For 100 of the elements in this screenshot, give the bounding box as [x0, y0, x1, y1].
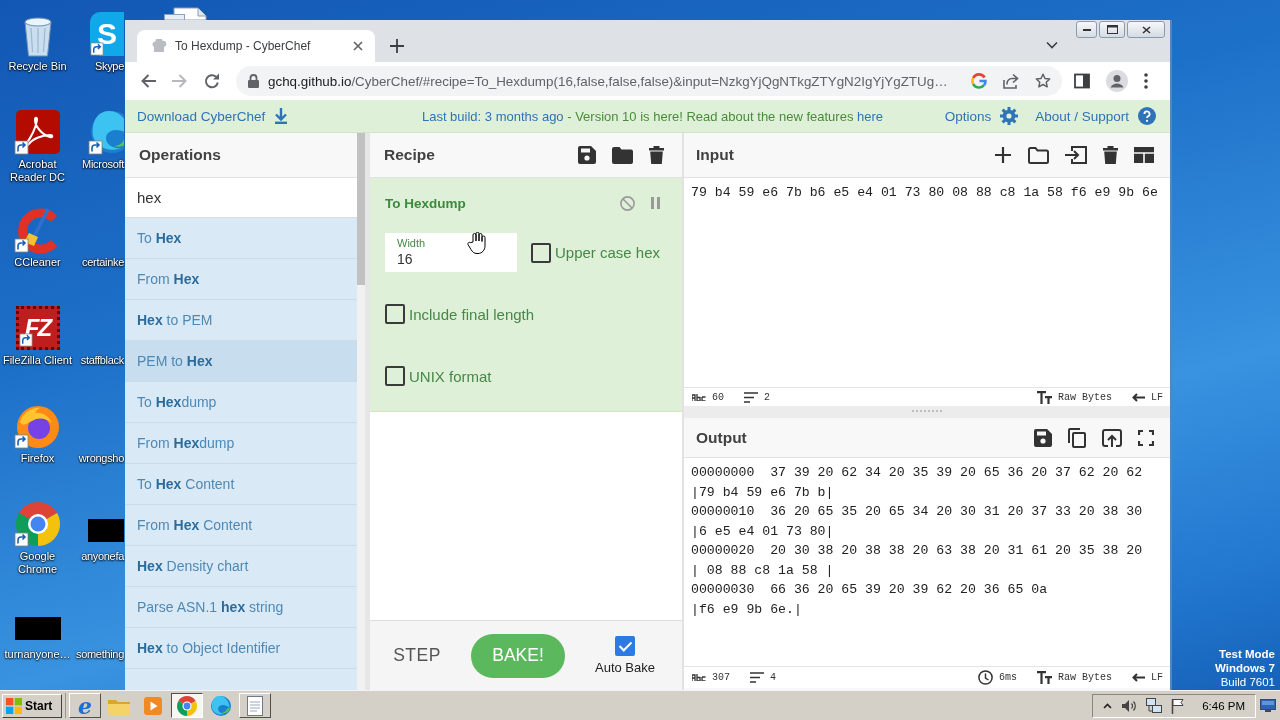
restore-icon	[1106, 25, 1118, 34]
sidebar-icon[interactable]	[1074, 73, 1090, 89]
minimize-icon	[1082, 28, 1091, 31]
close-button[interactable]	[1127, 21, 1165, 38]
checkbox[interactable]	[385, 304, 405, 324]
trash-icon[interactable]	[649, 146, 664, 164]
document-icon	[247, 695, 263, 716]
lines-icon	[744, 391, 758, 403]
checkbox-label: Include final length	[409, 305, 535, 323]
browser-tab[interactable]: To Hexdump - CyberChef	[137, 30, 375, 62]
address-bar[interactable]: gchq.github.io/CyberChef/#recipe=To_Hexdump(16,false,false,false)&input=NzkgYjQgNTkgZTYgN2IgYjYgZTUg…	[236, 66, 1062, 96]
status-text: 60	[712, 391, 724, 403]
output-text-area: 00000000 37 39 20 62 34 20 35 39 20 65 36 20 37 62 20 62 |79 b4 59 e6 7b b| 00000010 36 20 65 35 20 65 34 20 30 31 20 37 33 20 38 30 |6 e5 e4 01 73 80| 00000020 20 30 38 20 38 38 20 63 38 20 31 61 20 35 38 20 | 08 88 c8 1a 58 | 00000030 66 36 20 65 39 20 39 62 20 36 65 0a |f6 e9 9b 6e.|	[684, 458, 1170, 666]
browser-logo-icon[interactable]	[13, 500, 62, 548]
input-text-area[interactable]: 79 b4 59 e6 7b b6 e5 e4 01 73 80 08 88 c8 1a 58 f6 e9 9b 6e	[684, 178, 1170, 387]
options-link[interactable]: Options	[944, 107, 1019, 125]
status-text[interactable]: Raw Bytes	[1057, 391, 1112, 403]
banner-link[interactable]: here	[857, 108, 884, 124]
plus-icon[interactable]	[390, 39, 404, 53]
back-arrow-icon[interactable]	[140, 74, 156, 88]
desktop-icon-label: wrongsho	[78, 452, 124, 465]
fullscreen-icon[interactable]	[1138, 429, 1154, 446]
number-field[interactable]: Width 16	[385, 233, 517, 272]
support-link[interactable]: About / Support	[1035, 107, 1156, 125]
desktop-icon-label: Recycle Bin	[8, 60, 67, 73]
speaker-icon[interactable]	[1121, 698, 1138, 713]
monitor-icon[interactable]	[1260, 699, 1276, 712]
plus-icon[interactable]	[994, 146, 1012, 164]
flag-icon[interactable]	[1171, 697, 1186, 714]
status-text[interactable]: Raw Bytes	[1057, 672, 1112, 683]
letter-tile-icon[interactable]: S	[90, 12, 124, 56]
status-text[interactable]: LF	[1151, 672, 1163, 683]
characters-icon	[692, 393, 706, 401]
clock-icon	[977, 670, 993, 685]
step-button[interactable]: STEP	[387, 639, 447, 672]
desktop-icon-label: certainke	[82, 256, 124, 269]
scrollbar-thumb[interactable]	[357, 133, 365, 285]
status-text: 4	[770, 672, 777, 683]
share-icon[interactable]	[1003, 73, 1019, 89]
hand-cursor-icon	[467, 232, 487, 254]
banner-link[interactable]: Last build: 3 months ago	[421, 108, 564, 124]
letter-tile-icon[interactable]: FZ	[15, 306, 60, 350]
letter-e-icon: e	[78, 694, 92, 717]
resize-handle[interactable]	[912, 410, 942, 414]
desktop-icon-label: Skype	[94, 60, 124, 73]
bake-button[interactable]: BAKE!	[471, 633, 565, 678]
text-format-icon[interactable]	[1036, 390, 1052, 404]
taskbar-button[interactable]: e	[69, 693, 101, 718]
thumbnail-icon[interactable]	[88, 519, 124, 542]
chevron-up-icon[interactable]	[1103, 702, 1113, 709]
desktop-icon-label: anyonefa	[81, 550, 124, 563]
status-text[interactable]: LF	[1151, 391, 1163, 403]
checkbox[interactable]	[531, 242, 551, 263]
chef-hat-icon	[151, 39, 167, 53]
characters-icon	[692, 674, 706, 681]
caret-icon[interactable]	[1046, 41, 1058, 49]
star-icon[interactable]	[1035, 73, 1051, 89]
layout-icon[interactable]	[1134, 147, 1154, 163]
document-icon[interactable]	[164, 7, 208, 20]
folder-icon[interactable]	[1028, 146, 1049, 164]
folder-icon[interactable]	[612, 146, 633, 164]
restore-button[interactable]	[1099, 21, 1125, 38]
return-arrow-icon[interactable]	[1132, 392, 1145, 402]
desktop-icon-label: Acrobat Reader DC	[9, 158, 66, 184]
close-icon[interactable]	[353, 41, 363, 51]
checkbox[interactable]	[615, 636, 635, 656]
network-icon[interactable]	[1146, 697, 1163, 714]
taskbar-button[interactable]	[171, 693, 203, 718]
download-link[interactable]: Download CyberChef	[137, 108, 289, 124]
minimize-button[interactable]	[1076, 21, 1097, 38]
save-icon[interactable]	[1034, 428, 1052, 447]
swirl-tile-icon[interactable]	[13, 108, 62, 156]
search-field[interactable]: hex	[125, 178, 357, 218]
lock-icon	[248, 74, 259, 88]
checkbox[interactable]	[385, 366, 405, 386]
desktop-icon-label: Google Chrome	[16, 550, 59, 576]
panel-title: Output	[696, 428, 747, 447]
operation-item[interactable]: PEM to Hex	[125, 341, 357, 382]
panel-title: Input	[696, 146, 734, 164]
thumbnail-icon[interactable]	[14, 617, 61, 640]
desktop-icon-label: Microsoft	[82, 158, 124, 171]
help-icon	[1138, 107, 1156, 125]
status-text: 307	[712, 672, 730, 683]
menu-icon[interactable]	[1144, 73, 1148, 89]
reload-icon[interactable]	[204, 73, 220, 89]
start-button[interactable]: Start	[2, 693, 62, 718]
trash-icon[interactable]	[1103, 146, 1118, 164]
download-icon	[274, 108, 289, 124]
close-icon	[1141, 25, 1151, 34]
g-logo-icon[interactable]	[971, 73, 987, 89]
upload-icon[interactable]	[1102, 428, 1122, 447]
windows-flag-icon	[6, 697, 22, 714]
text-format-icon[interactable]	[1036, 671, 1052, 684]
save-icon[interactable]	[578, 146, 596, 164]
return-arrow-icon[interactable]	[1132, 673, 1145, 682]
profile-avatar-icon[interactable]	[1106, 70, 1128, 92]
clock-text[interactable]: 6:46 PM	[1202, 699, 1245, 712]
import-icon[interactable]	[1065, 146, 1087, 164]
system-notice-text: Build 7601	[1220, 675, 1275, 689]
copy-icon[interactable]	[1068, 427, 1086, 448]
